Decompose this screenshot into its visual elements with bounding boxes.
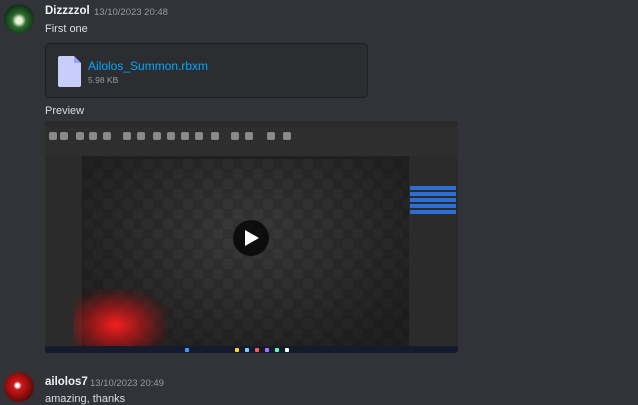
author-name[interactable]: Dizzzzol <box>45 5 90 17</box>
red-particle-effect <box>73 289 168 349</box>
avatar[interactable] <box>4 4 34 34</box>
message-text: amazing, thanks <box>45 393 126 405</box>
video-frame-taskbar <box>45 346 458 353</box>
message-timestamp: 13/10/2023 20:48 <box>94 7 168 18</box>
video-embed[interactable] <box>45 121 458 353</box>
author-name[interactable]: ailolos7 <box>45 376 88 388</box>
attachment-size: 5.98 KB <box>88 75 119 85</box>
file-icon <box>58 56 81 87</box>
preview-text: Preview <box>45 105 85 117</box>
file-attachment[interactable]: Ailolos_Summon.rbxm 5.98 KB <box>45 43 368 98</box>
video-frame-toolbar <box>45 127 458 157</box>
video-frame-explorer-panel <box>409 156 458 346</box>
attachment-filename[interactable]: Ailolos_Summon.rbxm <box>88 59 208 73</box>
message-text: First one <box>45 23 88 35</box>
message-timestamp: 13/10/2023 20:49 <box>90 378 164 389</box>
play-icon <box>245 230 259 246</box>
avatar[interactable] <box>4 372 34 402</box>
play-button[interactable] <box>233 220 269 256</box>
